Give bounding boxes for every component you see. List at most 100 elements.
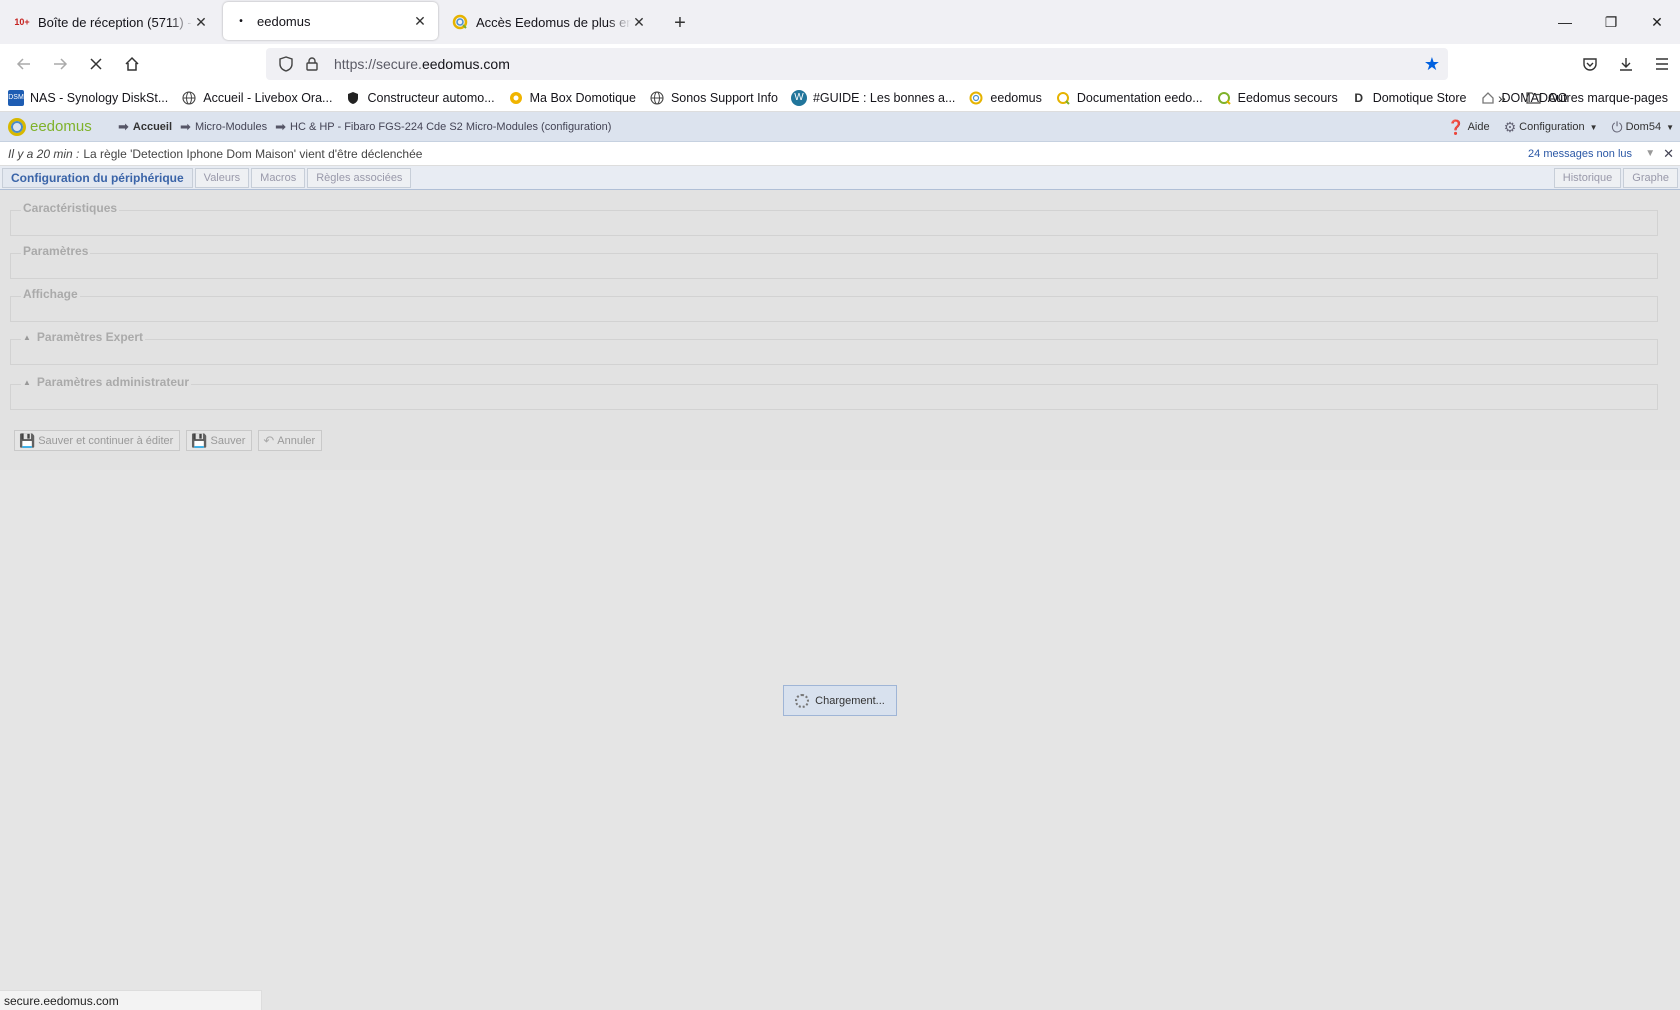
config-form: Caractéristiques Paramètres Affichage ▲ P… [0, 190, 1680, 470]
section-parametres-expert[interactable]: ▲ Paramètres Expert [10, 330, 1658, 365]
bookmark-domotique-store[interactable]: D Domotique Store [1351, 90, 1466, 106]
gear-icon: ⚙ [1503, 118, 1517, 135]
tracking-shield-icon[interactable] [276, 54, 296, 74]
tab-valeurs[interactable]: Valeurs [194, 167, 250, 188]
notification-bar: Il y a 20 min : La règle 'Detection Ipho… [0, 142, 1680, 166]
tab-regles[interactable]: Règles associées [307, 167, 412, 188]
arrow-right-icon: ➡ [180, 118, 191, 134]
close-icon[interactable]: ✕ [193, 14, 209, 30]
arrow-right-icon: ➡ [275, 118, 286, 134]
spinner-icon [795, 693, 810, 708]
floppy-icon: 💾 [19, 432, 36, 448]
bookmark-star-icon[interactable]: ★ [1424, 54, 1440, 75]
coin-icon [508, 90, 524, 106]
unread-messages-link[interactable]: 24 messages non lus [1528, 148, 1632, 160]
eedomus-q-icon [1216, 90, 1232, 106]
power-icon: ⏻ [1611, 118, 1623, 135]
d-icon: D [1354, 90, 1364, 105]
eedomus-q-icon [1055, 90, 1071, 106]
minimize-button[interactable]: — [1542, 0, 1588, 44]
bookmark-secours[interactable]: Eedomus secours [1216, 90, 1338, 106]
dsm-icon: DSM [8, 89, 24, 106]
eedomus-logo[interactable]: eedomus [0, 117, 118, 136]
save-continue-button[interactable]: 💾 Sauver et continuer à éditer [14, 430, 181, 451]
device-tabs: Configuration du périphérique Valeurs Ma… [0, 166, 1680, 190]
cancel-button[interactable]: ↶ Annuler [258, 430, 323, 451]
browser-tab-gmail[interactable]: 10+ Boîte de réception (5711) - dom ✕ [4, 4, 219, 40]
browser-tab-eedomus[interactable]: • eedomus ✕ [223, 2, 438, 40]
back-button[interactable] [6, 48, 42, 80]
breadcrumb-micromodules[interactable]: ➡ Micro-Modules [180, 119, 267, 135]
browser-tab-strip: 10+ Boîte de réception (5711) - dom ✕ • … [0, 0, 1680, 44]
status-bar: secure.eedomus.com [0, 990, 262, 1010]
navigation-bar: https://secure.eedomus.com ★ [0, 44, 1680, 84]
user-menu[interactable]: ⏻ Dom54 ▼ [1612, 119, 1674, 136]
close-window-button[interactable]: ✕ [1634, 0, 1680, 44]
caret-down-icon: ▼ [1666, 122, 1674, 132]
close-icon[interactable]: ✕ [631, 14, 647, 30]
tab-graphe[interactable]: Graphe [1623, 168, 1678, 188]
menu-icon[interactable] [1644, 57, 1680, 71]
new-tab-button[interactable]: + [665, 8, 695, 38]
triangle-up-icon: ▲ [23, 377, 31, 387]
bookmark-guide[interactable]: W #GUIDE : Les bonnes a... [790, 89, 955, 106]
shield-icon [345, 90, 361, 106]
eedomus-icon [968, 90, 984, 106]
help-icon: ❓ [1447, 118, 1465, 135]
forward-button[interactable] [42, 48, 78, 80]
save-button[interactable]: 💾 Sauver [186, 430, 253, 451]
expand-icon[interactable]: ▼ [1645, 148, 1655, 159]
lock-icon[interactable] [302, 54, 322, 74]
loading-dot-icon: • [239, 15, 243, 27]
floppy-icon: 💾 [191, 432, 208, 448]
section-caracteristiques: Caractéristiques [10, 201, 1658, 236]
globe-icon [649, 90, 665, 106]
download-icon[interactable] [1608, 56, 1644, 72]
section-parametres-admin[interactable]: ▲ Paramètres administrateur [10, 375, 1658, 410]
url-text[interactable]: https://secure.eedomus.com [334, 56, 510, 72]
bookmarks-bar: DSM NAS - Synology DiskSt... Accueil - Li… [0, 84, 1680, 112]
tab-title: eedomus [257, 13, 311, 29]
restore-button[interactable]: ❐ [1588, 0, 1634, 44]
loading-indicator: Chargement... [783, 685, 897, 716]
bookmark-other[interactable]: Autres marque-pages [1526, 90, 1668, 106]
triangle-up-icon: ▲ [23, 332, 31, 342]
undo-icon: ↶ [263, 432, 275, 448]
folder-icon [1526, 90, 1542, 106]
tab-historique[interactable]: Historique [1553, 168, 1622, 188]
arrow-right-icon: ➡ [118, 118, 129, 134]
eedomus-q-icon [452, 14, 468, 30]
section-parametres: Paramètres [10, 244, 1658, 279]
browser-tab-acces[interactable]: Accès Eedomus de plus en plus ✕ [442, 4, 657, 40]
pocket-icon[interactable] [1572, 56, 1608, 72]
tab-macros[interactable]: Macros [251, 167, 306, 188]
breadcrumb-home[interactable]: ➡ Accueil [118, 119, 172, 135]
bookmark-constructeur[interactable]: Constructeur automo... [345, 90, 495, 106]
chevron-right-double-icon[interactable]: » [1498, 90, 1506, 106]
notification-time: Il y a 20 min : [8, 146, 80, 161]
breadcrumb-current: ➡ HC & HP - Fibaro FGS-224 Cde S2 Micro-M… [275, 118, 612, 134]
bookmark-livebox[interactable]: Accueil - Livebox Ora... [181, 90, 332, 106]
gmail-icon: 10+ [14, 17, 30, 27]
wordpress-icon: W [790, 89, 807, 106]
globe-icon [181, 90, 197, 106]
close-icon[interactable]: ✕ [1663, 146, 1674, 162]
app-header: eedomus ➡ Accueil ➡ Micro-Modules ➡ HC & HP… [0, 112, 1680, 142]
home-button[interactable] [114, 48, 150, 80]
bookmark-mabox[interactable]: Ma Box Domotique [508, 90, 636, 106]
configuration-menu[interactable]: ⚙ Configuration ▼ [1504, 119, 1598, 136]
tab-title: Boîte de réception (5711) - dom [38, 14, 193, 30]
domadoo-icon [1480, 90, 1496, 106]
tab-configuration[interactable]: Configuration du périphérique [2, 167, 193, 188]
help-link[interactable]: ❓ Aide [1447, 119, 1489, 136]
eedomus-logo-icon [8, 117, 26, 136]
bookmark-nas[interactable]: DSM NAS - Synology DiskSt... [8, 89, 168, 106]
caret-down-icon: ▼ [1589, 122, 1598, 132]
stop-button[interactable] [78, 48, 114, 80]
url-bar[interactable]: https://secure.eedomus.com ★ [266, 48, 1448, 80]
tab-title: Accès Eedomus de plus en plus [476, 14, 631, 30]
bookmark-sonos[interactable]: Sonos Support Info [649, 90, 778, 106]
close-icon[interactable]: ✕ [412, 13, 428, 29]
bookmark-documentation[interactable]: Documentation eedo... [1055, 90, 1203, 106]
bookmark-eedomus[interactable]: eedomus [968, 90, 1042, 106]
